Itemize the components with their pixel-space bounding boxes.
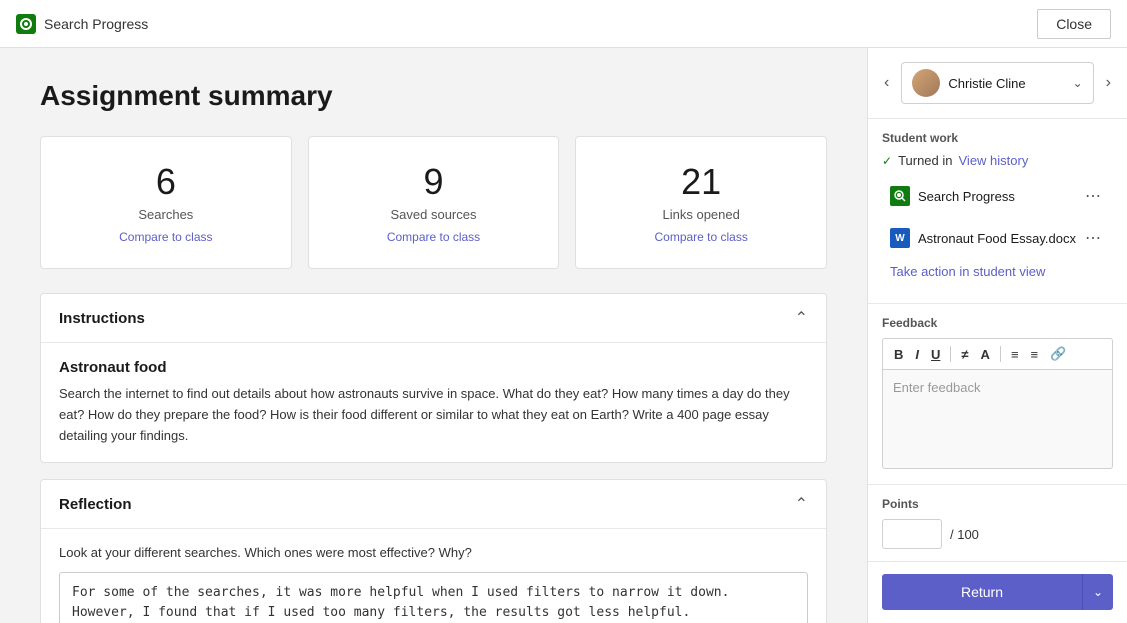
stat-number-searches: 6 [57, 161, 275, 203]
reflection-header[interactable]: Reflection ⌃ [41, 480, 826, 528]
toolbar-strikethrough-button[interactable]: ≠ [956, 344, 973, 365]
turned-in-text: Turned in [898, 153, 952, 168]
file-name-search-progress: Search Progress [918, 189, 1015, 204]
student-dropdown-chevron-icon: ⌄ [1073, 76, 1083, 90]
instructions-section: Instructions ⌃ Astronaut food Search the… [40, 293, 827, 463]
stat-number-links: 21 [592, 161, 810, 203]
instructions-chevron-icon: ⌃ [795, 308, 808, 328]
feedback-toolbar: B I U ≠ A ≡ ≡ 🔗 [882, 338, 1113, 369]
file-menu-search-progress-button[interactable]: ⋯ [1081, 184, 1105, 208]
points-max: / 100 [950, 527, 979, 542]
reflection-section: Reflection ⌃ Look at your different sear… [40, 479, 827, 623]
close-button[interactable]: Close [1037, 9, 1111, 39]
toolbar-underline-button[interactable]: U [926, 344, 945, 365]
toolbar-divider-1 [950, 346, 951, 362]
prev-student-button[interactable]: ‹ [880, 70, 893, 96]
top-bar-left: Search Progress [16, 14, 148, 34]
toolbar-highlight-button[interactable]: A [976, 344, 995, 365]
student-dropdown[interactable]: Christie Cline ⌄ [901, 62, 1093, 104]
main-layout: Assignment summary 6 Searches Compare to… [0, 48, 1127, 623]
points-row: / 100 [882, 519, 1113, 549]
toolbar-numbered-button[interactable]: ≡ [1026, 344, 1044, 365]
points-label: Points [882, 497, 1113, 511]
return-dropdown-chevron-icon: ⌄ [1093, 585, 1103, 599]
left-panel: Assignment summary 6 Searches Compare to… [0, 48, 867, 623]
take-action-link[interactable]: Take action in student view [882, 262, 1113, 291]
file-item-search-progress[interactable]: Search Progress ⋯ [882, 178, 1113, 214]
reflection-question: Look at your different searches. Which o… [59, 545, 808, 560]
instruction-text: Search the internet to find out details … [59, 384, 808, 446]
toolbar-italic-button[interactable]: I [910, 344, 924, 365]
return-btn-row: Return ⌄ [882, 574, 1113, 610]
app-logo-icon [16, 14, 36, 34]
top-bar: Search Progress Close [0, 0, 1127, 48]
return-section: Return ⌄ [868, 561, 1127, 622]
stat-card-saved: 9 Saved sources Compare to class [308, 136, 560, 269]
stats-row: 6 Searches Compare to class 9 Saved sour… [40, 136, 827, 269]
return-dropdown-button[interactable]: ⌄ [1082, 574, 1113, 610]
file-menu-essay-button[interactable]: ⋯ [1081, 226, 1105, 250]
student-avatar-image [912, 69, 940, 97]
toolbar-bold-button[interactable]: B [889, 344, 908, 365]
stat-number-saved: 9 [325, 161, 543, 203]
stat-label-saved: Saved sources [325, 207, 543, 222]
turned-in-row: ✓ Turned in View history [882, 153, 1113, 168]
reflection-body: Look at your different searches. Which o… [41, 528, 826, 623]
view-history-link[interactable]: View history [959, 153, 1029, 168]
instructions-body: Astronaut food Search the internet to fi… [41, 342, 826, 462]
toolbar-divider-2 [1000, 346, 1001, 362]
feedback-input[interactable] [882, 369, 1113, 469]
file-icon-essay: W [890, 228, 910, 248]
stat-card-searches: 6 Searches Compare to class [40, 136, 292, 269]
reflection-title: Reflection [59, 496, 132, 513]
assignment-title: Assignment summary [40, 80, 827, 112]
stat-card-links: 21 Links opened Compare to class [575, 136, 827, 269]
toolbar-link-button[interactable]: 🔗 [1045, 343, 1071, 365]
student-selector: ‹ Christie Cline ⌄ › [868, 48, 1127, 119]
reflection-answer-input[interactable] [59, 572, 808, 623]
student-work-section: Student work ✓ Turned in View history [868, 119, 1127, 303]
points-input[interactable] [882, 519, 942, 549]
stat-compare-searches[interactable]: Compare to class [57, 230, 275, 244]
stat-compare-links[interactable]: Compare to class [592, 230, 810, 244]
feedback-section: Feedback B I U ≠ A ≡ ≡ 🔗 [868, 303, 1127, 484]
student-avatar [912, 69, 940, 97]
return-button[interactable]: Return [882, 574, 1082, 610]
next-student-button[interactable]: › [1102, 70, 1115, 96]
student-work-label: Student work [882, 131, 1113, 145]
file-item-left: Search Progress [890, 186, 1015, 206]
student-name: Christie Cline [948, 76, 1064, 91]
feedback-label: Feedback [882, 316, 1113, 330]
instructions-title: Instructions [59, 310, 145, 327]
instructions-header[interactable]: Instructions ⌃ [41, 294, 826, 342]
stat-compare-saved[interactable]: Compare to class [325, 230, 543, 244]
right-panel: ‹ Christie Cline ⌄ › Student work ✓ Turn… [867, 48, 1127, 623]
checkmark-icon: ✓ [882, 154, 892, 168]
file-item-essay-left: W Astronaut Food Essay.docx [890, 228, 1076, 248]
app-title: Search Progress [44, 16, 148, 32]
file-icon-search-progress [890, 186, 910, 206]
stat-label-searches: Searches [57, 207, 275, 222]
points-section: Points / 100 [868, 484, 1127, 561]
file-name-essay: Astronaut Food Essay.docx [918, 231, 1076, 246]
stat-label-links: Links opened [592, 207, 810, 222]
file-item-essay[interactable]: W Astronaut Food Essay.docx ⋯ [882, 220, 1113, 256]
instruction-title: Astronaut food [59, 359, 808, 376]
reflection-chevron-icon: ⌃ [795, 494, 808, 514]
toolbar-bullet-button[interactable]: ≡ [1006, 344, 1024, 365]
